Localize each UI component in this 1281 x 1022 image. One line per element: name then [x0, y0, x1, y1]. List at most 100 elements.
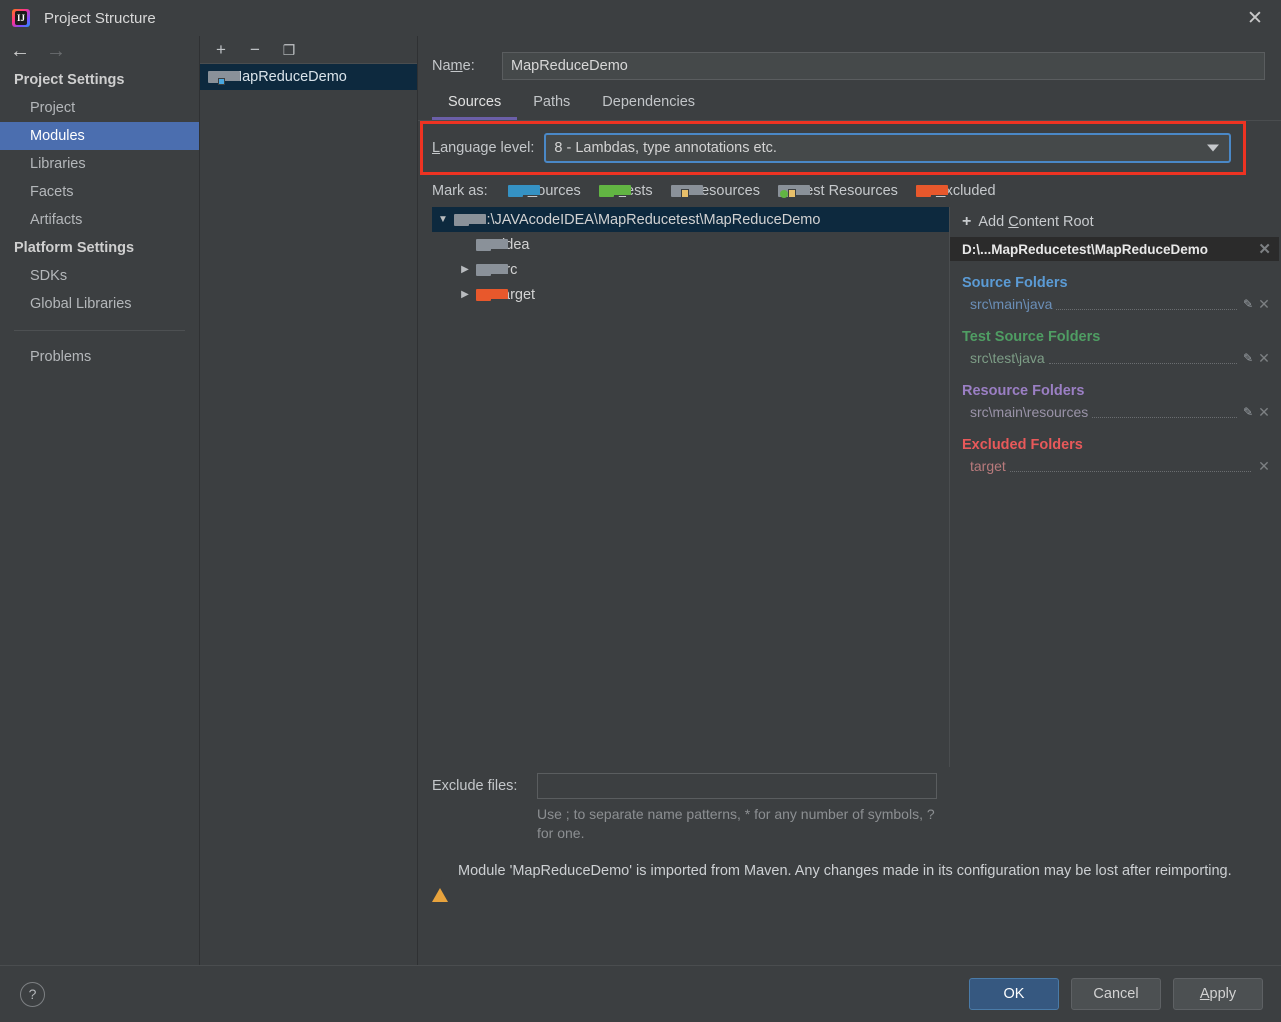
folder-path: src\test\java: [970, 350, 1045, 366]
resource-folders-title: Resource Folders: [962, 383, 1085, 399]
exclude-files-input[interactable]: [537, 773, 937, 799]
folder-grey-icon: [454, 213, 486, 226]
twisty-collapsed-icon[interactable]: ▶: [454, 289, 476, 300]
warning-text: Module 'MapReduceDemo' is imported from …: [458, 862, 1232, 879]
close-icon[interactable]: ✕: [1229, 0, 1281, 36]
source-folder-row[interactable]: src\main\java ✎ ✕: [962, 293, 1279, 315]
copy-module-icon[interactable]: ❐: [280, 43, 298, 57]
add-content-root-label: Add Content Root: [978, 214, 1094, 230]
nav-history-controls: ← →: [0, 36, 199, 66]
edit-pencil-icon[interactable]: ✎: [1241, 297, 1255, 311]
help-button[interactable]: ?: [20, 981, 45, 1007]
add-module-icon[interactable]: +: [212, 41, 230, 58]
warning-triangle-icon: !: [432, 870, 448, 902]
remove-folder-icon[interactable]: ✕: [1255, 458, 1273, 475]
module-name-input[interactable]: [502, 52, 1265, 80]
source-folders-title: Source Folders: [962, 275, 1068, 291]
forward-arrow-icon: →: [46, 40, 66, 62]
nav-group-title: Platform Settings: [14, 240, 135, 256]
folder-path: target: [970, 458, 1006, 474]
language-level-select[interactable]: 8 - Lambdas, type annotations etc.: [544, 133, 1231, 163]
chevron-down-icon[interactable]: [1207, 144, 1219, 152]
sidebar-item-facets[interactable]: Facets: [0, 178, 199, 206]
sidebar-item-libraries[interactable]: Libraries: [0, 150, 199, 178]
ok-button[interactable]: OK: [969, 978, 1059, 1010]
sidebar-item-modules[interactable]: Modules: [0, 122, 199, 150]
sidebar-item-artifacts[interactable]: Artifacts: [0, 206, 199, 234]
language-level-section: Language level: 8 - Lambdas, type annota…: [420, 121, 1279, 175]
sidebar-item-global-libraries[interactable]: Global Libraries: [0, 290, 199, 318]
tree-row-label: D:\JAVAcodeIDEA\MapReducetest\MapReduceD…: [476, 211, 821, 228]
tab-paths[interactable]: Paths: [517, 94, 586, 120]
apply-button[interactable]: Apply: [1173, 978, 1263, 1010]
language-level-value: 8 - Lambdas, type annotations etc.: [554, 140, 777, 156]
sidebar-item-project[interactable]: Project: [0, 94, 199, 122]
excluded-folder-row[interactable]: target ✕: [962, 455, 1279, 477]
folder-blue-icon: [507, 185, 540, 197]
tree-row[interactable]: ▶ target: [432, 282, 949, 307]
mark-as-resources[interactable]: Resources: [670, 183, 760, 199]
mark-as-tests[interactable]: Tests: [598, 183, 653, 199]
excluded-folders-group: Excluded Folders target ✕: [950, 437, 1279, 477]
module-name-label: Name:: [432, 58, 475, 74]
remove-folder-icon[interactable]: ✕: [1255, 404, 1273, 421]
twisty-collapsed-icon[interactable]: ▶: [454, 264, 476, 275]
excluded-folders-title: Excluded Folders: [962, 437, 1083, 453]
remove-content-root-icon[interactable]: ✕: [1258, 240, 1271, 258]
mark-as-sources[interactable]: Sources: [507, 183, 581, 199]
test-source-folders-title: Test Source Folders: [962, 329, 1101, 345]
edit-pencil-icon[interactable]: ✎: [1241, 351, 1255, 365]
module-label: MapReduceDemo: [230, 69, 347, 85]
module-name-row: Name:: [418, 36, 1281, 80]
sidebar-item-problems[interactable]: Problems: [0, 343, 199, 371]
back-arrow-icon[interactable]: ←: [10, 41, 30, 61]
mark-as-excluded[interactable]: Excluded: [915, 183, 996, 199]
remove-module-icon[interactable]: −: [246, 41, 264, 58]
title-bar: IJ Project Structure ✕: [0, 0, 1281, 36]
remove-folder-icon[interactable]: ✕: [1255, 350, 1273, 367]
module-folder-icon: [208, 71, 240, 85]
source-folders-group: Source Folders src\main\java ✎ ✕: [950, 275, 1279, 315]
mark-as-test-resources[interactable]: Test Resources: [777, 183, 898, 199]
dotted-leader: [1092, 406, 1237, 418]
settings-sidebar: ← → Project Settings Project Modules Lib…: [0, 36, 200, 965]
cancel-button[interactable]: Cancel: [1071, 978, 1161, 1010]
edit-pencil-icon[interactable]: ✎: [1241, 405, 1255, 419]
folder-orange-icon: [476, 288, 508, 301]
resource-folder-row[interactable]: src\main\resources ✎ ✕: [962, 401, 1279, 423]
folder-orange-icon: [915, 185, 948, 197]
tree-row[interactable]: ▼ D:\JAVAcodeIDEA\MapReducetest\MapReduc…: [432, 207, 949, 232]
twisty-expanded-icon[interactable]: ▼: [432, 214, 454, 225]
plus-icon: +: [962, 213, 972, 230]
test-source-folder-row[interactable]: src\test\java ✎ ✕: [962, 347, 1279, 369]
module-editor-main: Name: Sources Paths Dependencies Languag…: [418, 36, 1281, 965]
nav-group-title: Project Settings: [14, 72, 125, 88]
folder-grey-icon: [476, 238, 508, 251]
nav-group-project-settings: Project Settings Project Modules Librari…: [0, 66, 199, 234]
window-title: Project Structure: [44, 9, 156, 27]
tab-dependencies[interactable]: Dependencies: [586, 94, 711, 120]
remove-folder-icon[interactable]: ✕: [1255, 296, 1273, 313]
nav-group-platform-settings: Platform Settings SDKs Global Libraries: [0, 234, 199, 318]
maven-warning: ! Module 'MapReduceDemo' is imported fro…: [432, 861, 1265, 902]
add-content-root-button[interactable]: + Add Content Root: [950, 207, 1279, 237]
sidebar-item-sdks[interactable]: SDKs: [0, 262, 199, 290]
project-structure-dialog: IJ Project Structure ✕ ← → Project Setti…: [0, 0, 1281, 1022]
mark-as-row: Mark as: Sources Tests Resources Test Re…: [418, 175, 1281, 207]
dotted-leader: [1056, 298, 1237, 310]
mark-as-test-resources-label: Test Resources: [797, 183, 898, 199]
tree-row[interactable]: .idea: [432, 232, 949, 257]
module-list-item[interactable]: MapReduceDemo: [200, 64, 417, 90]
dotted-leader: [1009, 460, 1251, 472]
tree-row[interactable]: ▶ src: [432, 257, 949, 282]
dotted-leader: [1048, 352, 1237, 364]
sidebar-divider: [14, 330, 185, 331]
test-source-folders-group: Test Source Folders src\test\java ✎ ✕: [950, 329, 1279, 369]
folder-path: src\main\resources: [970, 404, 1089, 420]
content-root-path: D:\...MapReducetest\MapReduceDemo: [962, 241, 1209, 257]
footer-buttons: OK Cancel Apply: [969, 978, 1263, 1010]
exclude-files-row: Exclude files:: [418, 767, 1281, 799]
tab-sources[interactable]: Sources: [432, 94, 518, 120]
folder-grey-icon: [476, 263, 508, 276]
modules-toolbar: + − ❐: [200, 36, 417, 64]
